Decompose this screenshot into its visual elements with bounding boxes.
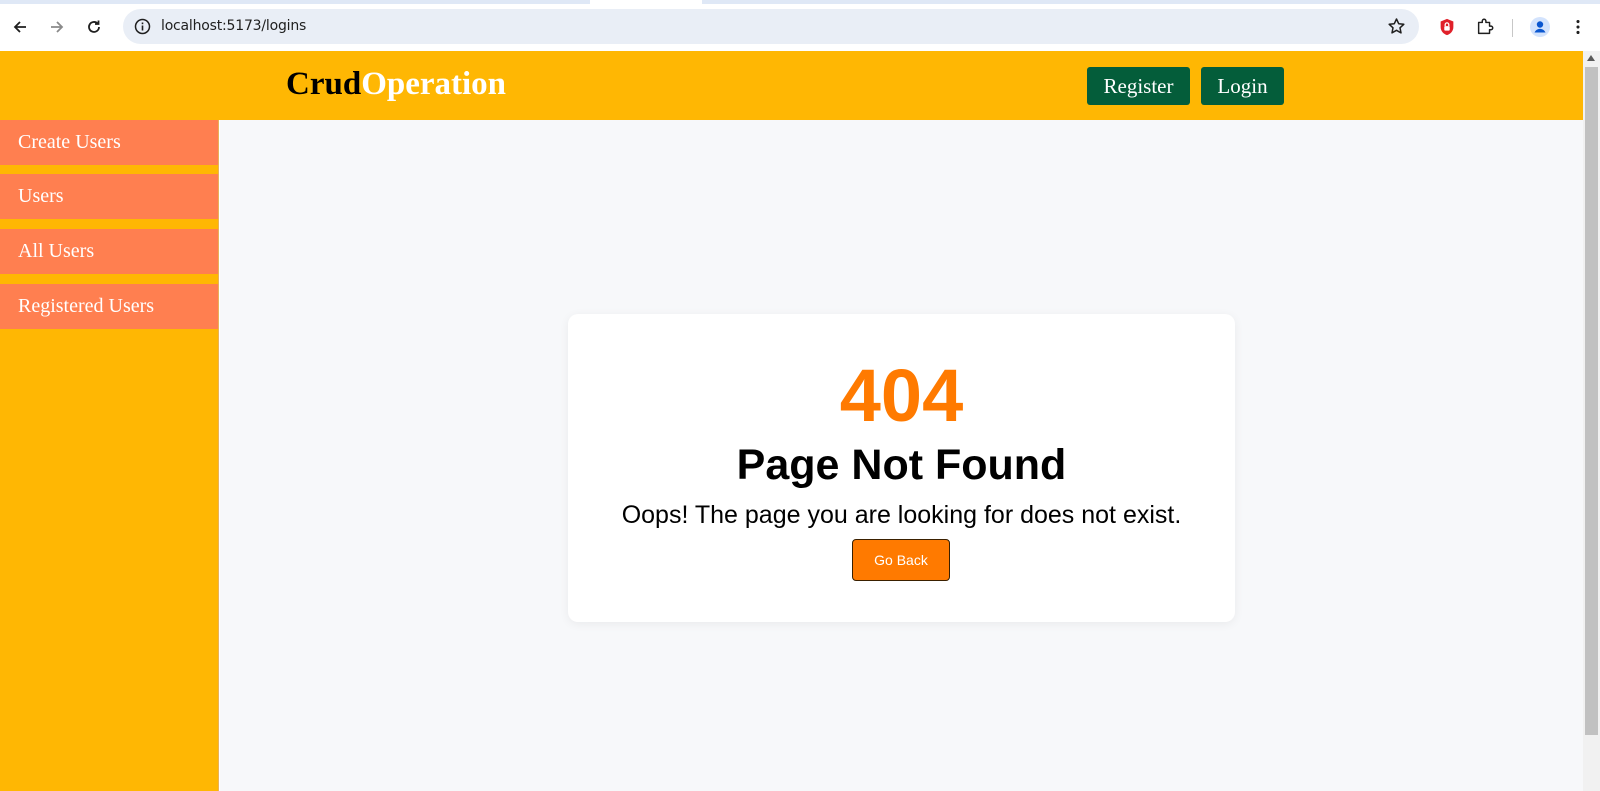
brand-text-crud: Crud	[286, 66, 362, 102]
address-bar[interactable]: localhost:5173/logins	[123, 9, 1419, 44]
sidebar-item-label: All Users	[18, 240, 95, 262]
sidebar-item-label: Users	[18, 185, 64, 207]
reload-button[interactable]	[79, 12, 109, 42]
error-code: 404	[839, 354, 964, 437]
sidebar-item-registered-users[interactable]: Registered Users	[0, 284, 218, 329]
error-message: Oops! The page you are looking for does …	[621, 501, 1182, 529]
browser-toolbar: localhost:5173/logins	[0, 4, 1600, 51]
scroll-up-arrow-icon[interactable]	[1587, 55, 1595, 61]
url-text[interactable]: localhost:5173/logins	[161, 18, 306, 34]
back-button[interactable]	[5, 12, 35, 42]
main-content: 404 Page Not Found Oops! The page you ar…	[220, 120, 1583, 791]
brand-logo[interactable]: CrudOperation	[286, 66, 506, 103]
sidebar-item-users[interactable]: Users	[0, 174, 218, 219]
profile-button[interactable]	[1529, 16, 1551, 38]
sidebar-item-label: Registered Users	[18, 295, 155, 317]
scroll-thumb[interactable]	[1585, 67, 1598, 735]
star-icon[interactable]	[1386, 16, 1407, 37]
shield-extension-button[interactable]	[1436, 16, 1458, 38]
browser-menu-button[interactable]	[1567, 16, 1589, 38]
forward-button[interactable]	[42, 12, 72, 42]
brand-text-operation: Operation	[361, 66, 507, 102]
avatar-icon	[1530, 17, 1550, 37]
kebab-menu-icon	[1576, 20, 1580, 34]
error-card: 404 Page Not Found Oops! The page you ar…	[568, 314, 1235, 622]
sidebar-item-label: Create Users	[18, 131, 121, 153]
puzzle-icon	[1477, 18, 1494, 35]
sidebar-item-create-users[interactable]: Create Users	[0, 120, 218, 165]
app-root: CrudOperation Register Login Create User…	[0, 51, 1583, 791]
login-button[interactable]: Login	[1201, 67, 1284, 105]
go-back-button[interactable]: Go Back	[852, 539, 950, 581]
sidebar-item-all-users[interactable]: All Users	[0, 229, 218, 274]
reload-icon	[88, 20, 100, 33]
extensions-button[interactable]	[1474, 16, 1496, 38]
shield-icon	[1440, 18, 1454, 36]
error-title: Page Not Found	[736, 441, 1067, 489]
arrow-left-icon	[13, 21, 26, 33]
toolbar-divider	[1512, 19, 1513, 37]
page-scrollbar[interactable]	[1583, 51, 1600, 791]
sidebar: Create Users Users All Users Registered …	[0, 120, 219, 791]
register-button[interactable]: Register	[1087, 67, 1190, 105]
arrow-right-icon	[51, 21, 64, 33]
info-icon[interactable]	[133, 17, 152, 36]
top-navbar: CrudOperation Register Login	[0, 51, 1583, 120]
